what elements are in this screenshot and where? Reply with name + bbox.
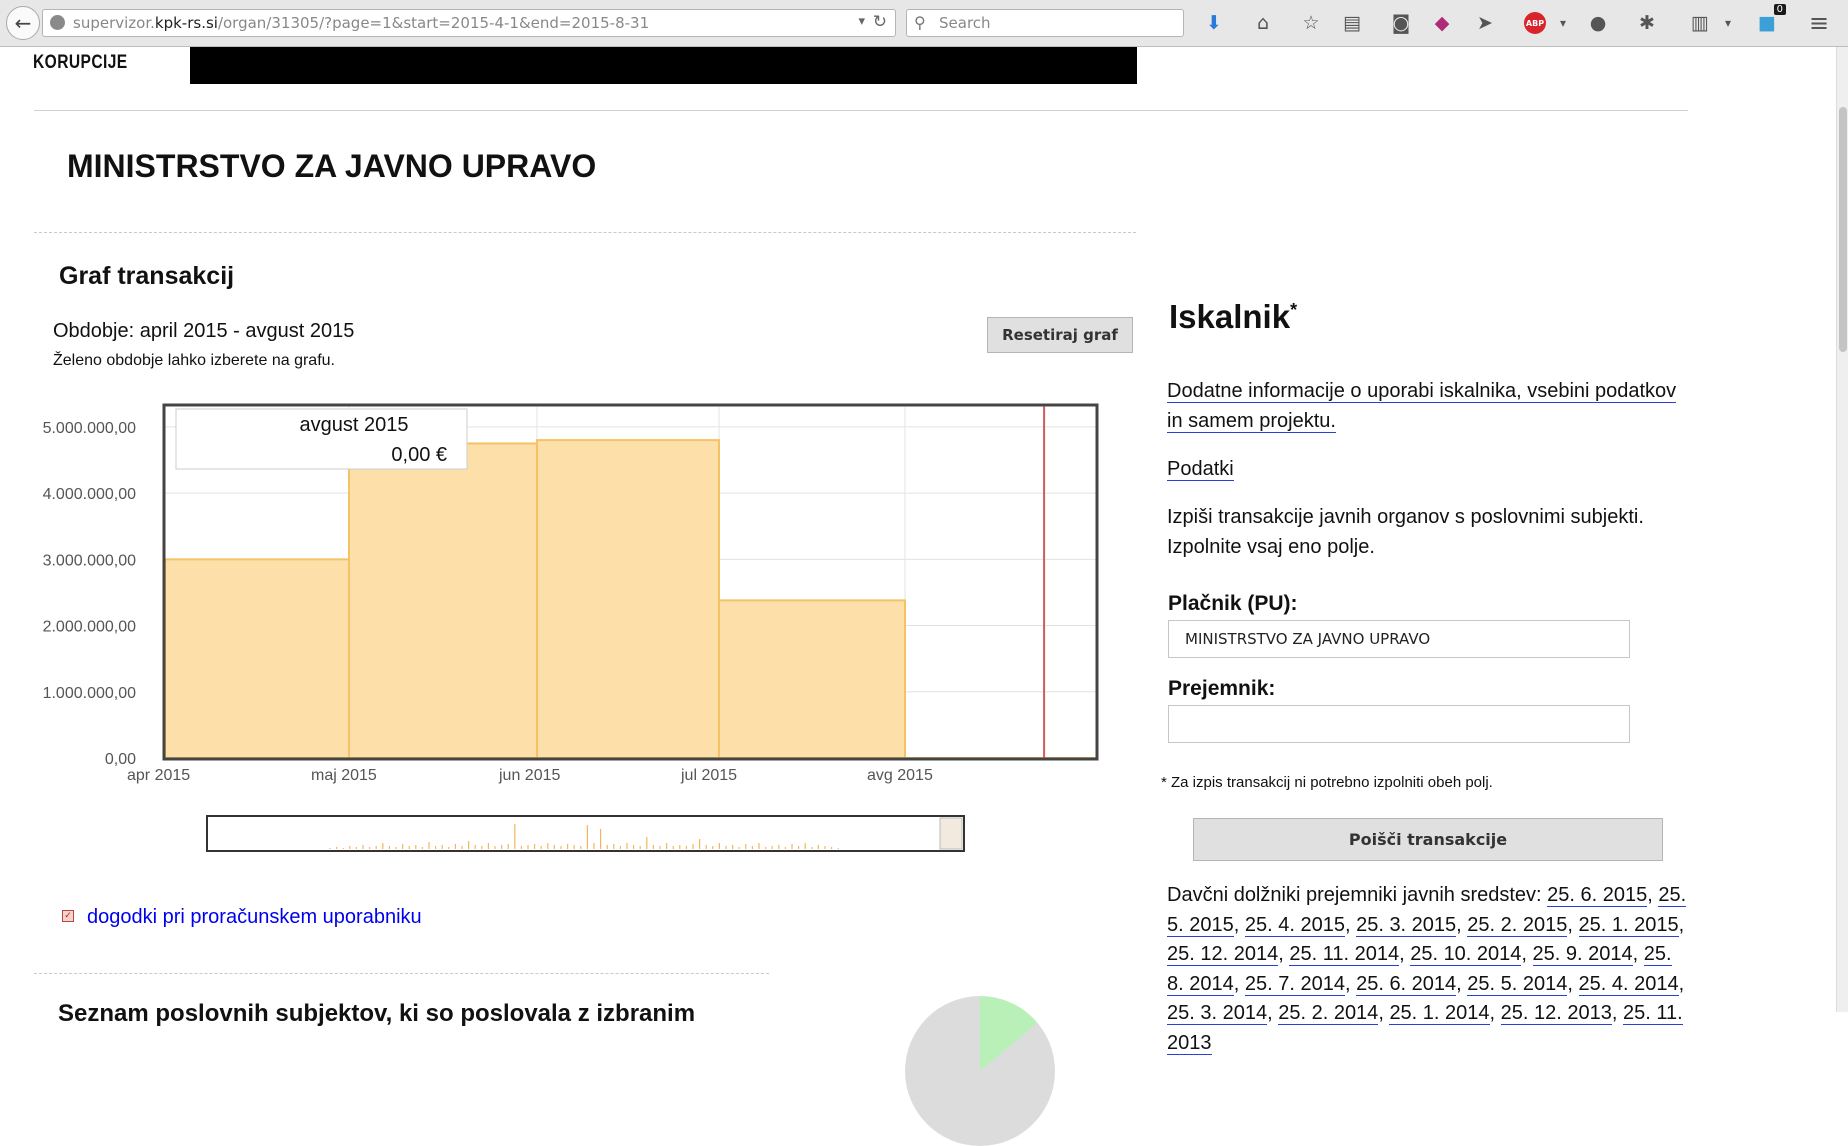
payer-label: Plačnik (PU):	[1168, 592, 1298, 615]
y-tick-label: 2.000.000,00	[43, 619, 137, 636]
debtor-date-link[interactable]: 25. 11. 2014	[1289, 943, 1400, 966]
payer-input[interactable]: MINISTRSTVO ZA JAVNO UPRAVO	[1168, 620, 1630, 658]
range-navigator[interactable]	[206, 815, 965, 852]
debtor-date-link[interactable]: 25. 1. 2015	[1578, 913, 1679, 937]
info-link[interactable]: Dodatne informacije o uporabi iskalnika,…	[1167, 380, 1677, 433]
data-text: Podatki	[1167, 454, 1234, 484]
x-tick-label: avg 2015	[867, 767, 933, 784]
x-tick-label: jun 2015	[498, 767, 560, 784]
debtor-links: 25. 6. 2015, 25. 5. 2015, 25. 4. 2015, 2…	[1167, 884, 1687, 1055]
debtor-date-link[interactable]: 25. 3. 2015	[1356, 913, 1457, 937]
debtor-date-link[interactable]: 25. 4. 2014	[1578, 972, 1679, 996]
debtor-date-link[interactable]: 25. 2. 2014	[1278, 1002, 1379, 1025]
debtor-date-link[interactable]: 25. 5. 2014	[1467, 972, 1568, 996]
y-tick-label: 1.000.000,00	[43, 685, 137, 702]
debtor-date-link[interactable]: 25. 2. 2015	[1467, 913, 1568, 937]
find-transactions-button[interactable]: Poišči transakcije	[1193, 818, 1663, 861]
debtor-date-link[interactable]: 25. 9. 2014	[1532, 943, 1633, 966]
navigator-selection-handle[interactable]	[939, 817, 963, 850]
data-link[interactable]: Podatki	[1167, 458, 1234, 481]
events-link[interactable]: dogodki pri proračunskem uporabniku	[87, 906, 422, 929]
tooltip-month: avgust 2015	[300, 414, 409, 436]
debtor-date-link[interactable]: 25. 4. 2015	[1244, 913, 1345, 937]
debtor-date-link[interactable]: 25. 6. 2015	[1547, 884, 1648, 907]
debtor-date-link[interactable]: 25. 6. 2014	[1356, 972, 1457, 996]
bar-maj-2015[interactable]	[348, 442, 538, 759]
y-tick-label: 4.000.000,00	[43, 486, 137, 503]
x-tick-label: maj 2015	[311, 767, 377, 784]
events-checkbox[interactable]: ✓	[62, 910, 74, 922]
debtors-intro: Davčni dolžniki prejemniki javnih sredst…	[1167, 884, 1542, 906]
bar-jul-2015[interactable]	[718, 599, 906, 759]
chart-y-ticks: 0,00 1.000.000,00 2.000.000,00 3.000.000,00…	[43, 420, 137, 768]
debtor-date-link[interactable]: 25. 12. 2014	[1167, 943, 1279, 966]
debtor-date-link[interactable]: 25. 10. 2014	[1410, 943, 1522, 966]
pie-chart[interactable]	[905, 996, 1055, 1146]
info-text: Dodatne informacije o uporabi iskalnika,…	[1167, 376, 1687, 436]
y-tick-label: 5.000.000,00	[43, 420, 137, 437]
search-description: Izpiši transakcije javnih organov s posl…	[1167, 506, 1644, 558]
debtor-date-link[interactable]: 25. 12. 2013	[1500, 1002, 1612, 1025]
chart-x-ticks: apr 2015 maj 2015 jun 2015 jul 2015 avg 2015	[127, 767, 933, 784]
debtor-date-link[interactable]: 25. 3. 2014	[1167, 1002, 1268, 1025]
bar-jun-2015[interactable]	[536, 439, 720, 759]
search-title: Iskalnik*	[1169, 298, 1298, 335]
chart-tooltip: avgust 2015 0,00 €	[175, 408, 468, 470]
x-tick-label: jul 2015	[680, 767, 737, 784]
debtor-date-link[interactable]: 25. 1. 2014	[1389, 1002, 1490, 1025]
y-tick-label: 0,00	[105, 751, 136, 768]
business-list-heading: Seznam poslovnih subjektov, ki so poslov…	[58, 1000, 696, 1027]
tooltip-value: 0,00 €	[391, 444, 447, 466]
y-tick-label: 3.000.000,00	[43, 552, 137, 569]
search-note: * Za izpis transakcij ni potrebno izpoln…	[1161, 774, 1493, 791]
recipient-input[interactable]	[1168, 705, 1630, 743]
recipient-label: Prejemnik:	[1168, 677, 1276, 700]
x-tick-label: apr 2015	[127, 767, 190, 784]
tax-debtors: Davčni dolžniki prejemniki javnih sredst…	[1167, 881, 1687, 1058]
dotted-divider	[34, 973, 769, 974]
debtor-date-link[interactable]: 25. 7. 2014	[1244, 972, 1345, 996]
bar-apr-2015[interactable]	[164, 558, 350, 759]
